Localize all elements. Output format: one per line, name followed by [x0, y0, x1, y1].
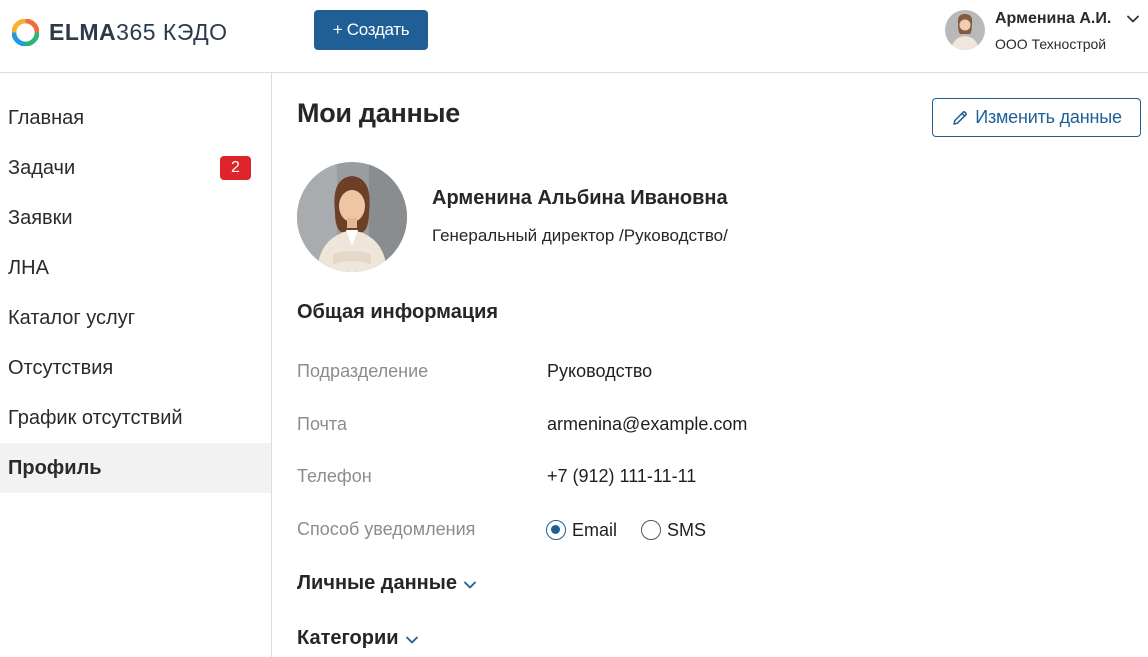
sidebar-item-tasks[interactable]: Задачи 2: [0, 143, 271, 193]
user-avatar[interactable]: [945, 10, 985, 50]
top-header: ELMA365 КЭДО + Создать Арменина А.И. ООО…: [0, 0, 1148, 73]
user-menu[interactable]: Арменина А.И. ООО Технострой: [945, 10, 1145, 60]
edit-data-button[interactable]: Изменить данные: [932, 98, 1141, 137]
sidebar-item-lna[interactable]: ЛНА: [0, 243, 271, 293]
sidebar-item-absences[interactable]: Отсутствия: [0, 343, 271, 393]
sidebar-item-home[interactable]: Главная: [0, 93, 271, 143]
employee-position: Генеральный директор /Руководство/: [432, 226, 728, 245]
personal-data-heading[interactable]: Личные данные: [297, 572, 457, 595]
email-value: armenina@example.com: [547, 414, 748, 434]
sidebar-item-requests[interactable]: Заявки: [0, 193, 271, 243]
notify-sms-radio[interactable]: SMS: [641, 520, 706, 541]
department-label: Подразделение: [297, 361, 429, 381]
tasks-count-badge: 2: [220, 156, 251, 180]
create-button[interactable]: + Создать: [314, 10, 428, 50]
notification-method-radio-group: Email SMS: [546, 518, 730, 542]
user-organization: ООО Технострой: [995, 36, 1107, 52]
radio-unchecked-icon[interactable]: [641, 520, 662, 540]
radio-checked-icon[interactable]: [546, 520, 566, 540]
sidebar-item-absence-schedule[interactable]: График отсутствий: [0, 393, 271, 443]
phone-value: +7 (912) 111-11-11: [547, 466, 697, 486]
notify-email-label[interactable]: Email: [572, 520, 617, 541]
elma-logo-icon: [12, 18, 39, 46]
chevron-down-icon[interactable]: [405, 633, 419, 647]
main-content: Мои данные Изменить данные Арменина Альб…: [272, 73, 1148, 657]
categories-toggle[interactable]: Категории: [297, 627, 419, 650]
employee-full-name: Арменина Альбина Ивановна: [432, 187, 728, 209]
notify-email-radio[interactable]: Email: [546, 520, 617, 541]
email-label: Почта: [297, 414, 347, 434]
user-name[interactable]: Арменина А.И.: [995, 10, 1111, 28]
pencil-icon: [953, 110, 968, 125]
categories-heading[interactable]: Категории: [297, 627, 399, 650]
elma-logo[interactable]: ELMA365 КЭДО: [12, 18, 228, 46]
notification-method-label: Способ уведомления: [297, 519, 476, 539]
phone-label: Телефон: [297, 466, 372, 486]
notify-sms-label[interactable]: SMS: [667, 520, 706, 541]
chevron-down-icon[interactable]: [1126, 12, 1140, 26]
personal-data-toggle[interactable]: Личные данные: [297, 572, 477, 595]
sidebar: Главная Задачи 2 Заявки ЛНА Каталог услуг…: [0, 73, 272, 657]
general-info-heading: Общая информация: [297, 301, 499, 323]
page-title: Мои данные: [297, 98, 460, 128]
chevron-down-icon[interactable]: [463, 578, 477, 592]
profile-photo: [297, 162, 407, 272]
sidebar-item-service-catalog[interactable]: Каталог услуг: [0, 293, 271, 343]
department-value: Руководство: [547, 361, 653, 381]
sidebar-item-profile[interactable]: Профиль: [0, 443, 271, 493]
logo-text: ELMA365 КЭДО: [49, 18, 228, 45]
